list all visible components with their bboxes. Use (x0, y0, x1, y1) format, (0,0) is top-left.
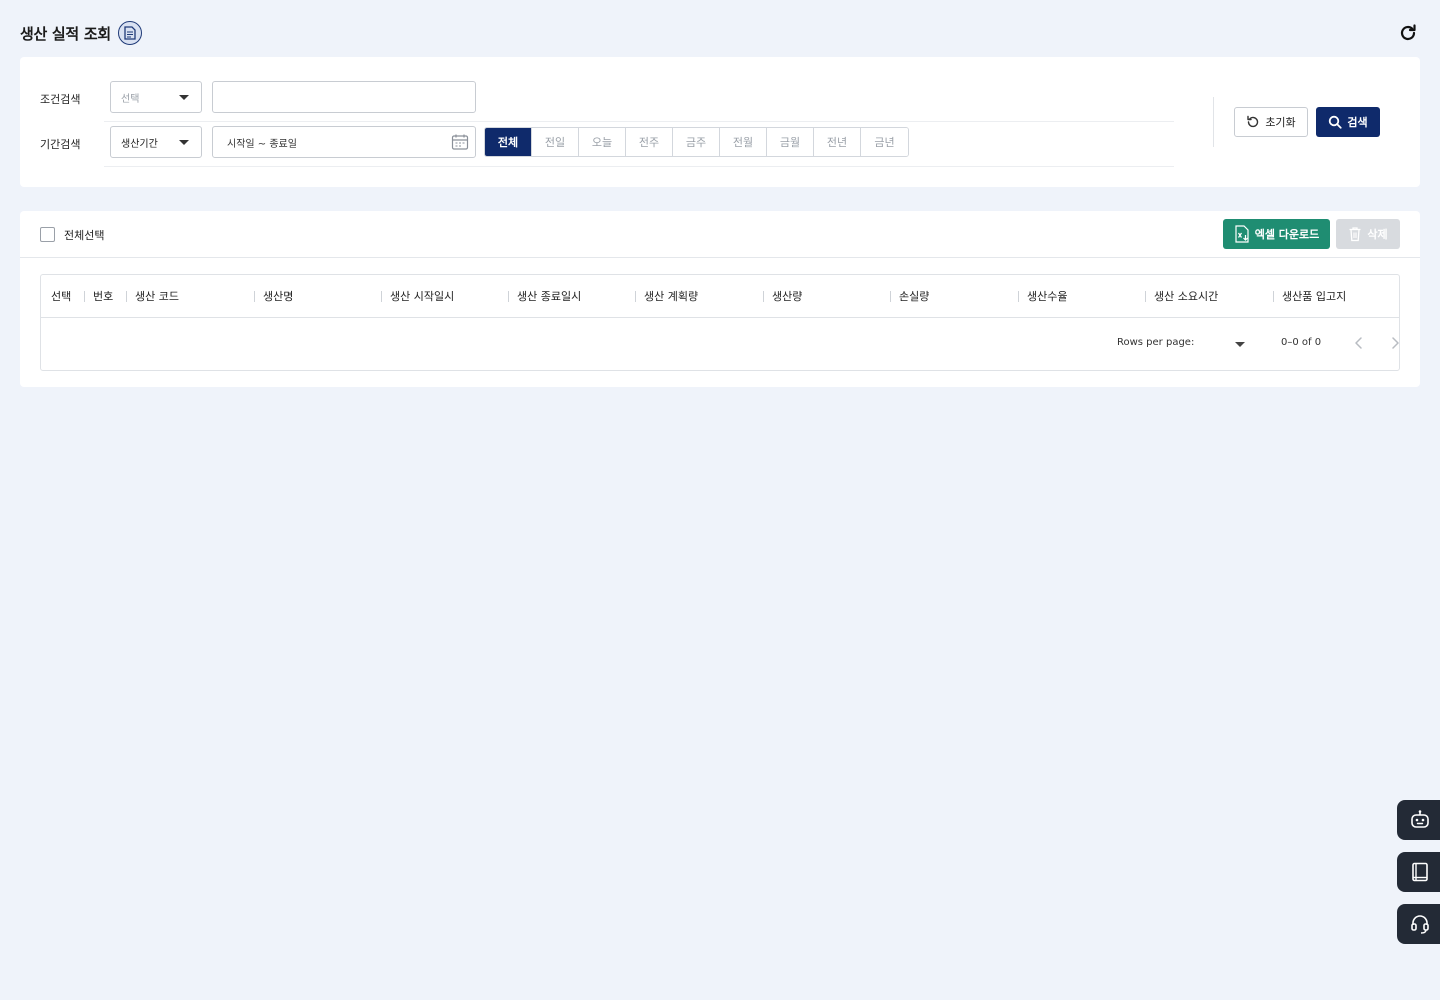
period-button-all[interactable]: 전체 (485, 128, 532, 156)
grid-pagination: Rows per page: 0–0 of 0 (979, 318, 1399, 371)
column-separator[interactable] (508, 291, 509, 302)
document-icon[interactable] (117, 21, 142, 45)
manual-button[interactable] (1397, 852, 1440, 892)
column-separator[interactable] (1273, 291, 1274, 302)
chatbot-icon (1409, 809, 1431, 831)
chevron-down-icon[interactable] (1235, 342, 1245, 347)
period-type-select[interactable]: 생산기간 (110, 126, 202, 158)
excel-download-icon (1234, 225, 1250, 243)
excel-download-label: 엑셀 다운로드 (1254, 228, 1320, 241)
column-header-production-code[interactable]: 생산 코드 (135, 288, 179, 304)
column-header-end-datetime[interactable]: 생산 종료일시 (517, 288, 581, 304)
column-separator[interactable] (84, 291, 85, 302)
search-button-label: 검색 (1347, 116, 1368, 129)
support-button[interactable] (1397, 904, 1440, 944)
next-page-icon[interactable] (1389, 335, 1401, 354)
chevron-down-icon (179, 95, 189, 100)
row-divider (104, 166, 1174, 167)
column-header-production-duration[interactable]: 생산 소요시간 (1154, 288, 1218, 304)
date-range-placeholder: 시작일 ~ 종료일 (227, 138, 297, 150)
condition-select-value: 선택 (121, 93, 140, 105)
column-separator[interactable] (1018, 291, 1019, 302)
search-button[interactable]: 검색 (1316, 107, 1380, 137)
column-header-planned-quantity[interactable]: 생산 계획량 (644, 288, 698, 304)
column-header-storage-location[interactable]: 생산품 입고지 (1282, 288, 1346, 304)
condition-search-label: 조건검색 (40, 93, 81, 106)
select-all-label: 전체선택 (64, 229, 105, 242)
column-separator[interactable] (890, 291, 891, 302)
column-header-production-quantity[interactable]: 생산량 (772, 288, 802, 304)
search-icon (1328, 115, 1342, 129)
column-separator[interactable] (635, 291, 636, 302)
headset-support-icon (1409, 913, 1431, 935)
reset-icon (1246, 115, 1260, 129)
column-separator[interactable] (381, 291, 382, 302)
column-header-loss-quantity[interactable]: 손실량 (899, 288, 929, 304)
toolbar-divider (20, 257, 1420, 258)
calendar-icon[interactable] (451, 133, 469, 154)
period-button-today[interactable]: 오늘 (579, 128, 626, 156)
chatbot-button[interactable] (1397, 800, 1440, 840)
column-separator[interactable] (126, 291, 127, 302)
page-title: 생산 실적 조회 (20, 24, 111, 43)
select-all-checkbox[interactable] (40, 227, 55, 242)
row-divider (104, 121, 1174, 122)
search-panel: 조건검색 선택 기간검색 생산기간 시작일 ~ 종료일 전체 전일 오늘 전주 … (20, 57, 1420, 187)
condition-select[interactable]: 선택 (110, 81, 202, 113)
grid-header: 선택 번호 생산 코드 생산명 생산 시작일시 생산 종료일시 생산 계획량 생… (41, 275, 1399, 318)
column-header-start-datetime[interactable]: 생산 시작일시 (390, 288, 454, 304)
period-button-yesterday[interactable]: 전일 (532, 128, 579, 156)
column-separator[interactable] (1145, 291, 1146, 302)
column-header-production-name[interactable]: 생산명 (263, 288, 293, 304)
page-header: 생산 실적 조회 (20, 20, 1420, 46)
column-header-number[interactable]: 번호 (93, 288, 113, 304)
column-header-yield[interactable]: 생산수율 (1027, 288, 1067, 304)
chevron-down-icon (179, 140, 189, 145)
manual-book-icon (1409, 861, 1431, 883)
period-button-this-year[interactable]: 금년 (861, 128, 908, 156)
period-type-select-value: 생산기간 (121, 138, 158, 150)
column-separator[interactable] (763, 291, 764, 302)
column-header-select[interactable]: 선택 (51, 288, 71, 304)
period-button-this-week[interactable]: 금주 (673, 128, 720, 156)
period-button-last-week[interactable]: 전주 (626, 128, 673, 156)
period-search-label: 기간검색 (40, 138, 81, 151)
result-grid: 선택 번호 생산 코드 생산명 생산 시작일시 생산 종료일시 생산 계획량 생… (40, 274, 1400, 371)
period-button-last-month[interactable]: 전월 (720, 128, 767, 156)
delete-button[interactable]: 삭제 (1336, 219, 1400, 249)
period-button-this-month[interactable]: 금월 (767, 128, 814, 156)
trash-icon (1348, 226, 1362, 242)
period-quick-buttons: 전체 전일 오늘 전주 금주 전월 금월 전년 금년 (484, 127, 909, 157)
condition-search-input[interactable] (212, 81, 476, 113)
reset-button[interactable]: 초기화 (1234, 107, 1308, 137)
period-button-last-year[interactable]: 전년 (814, 128, 861, 156)
reset-button-label: 초기화 (1265, 116, 1296, 129)
refresh-icon[interactable] (1398, 23, 1418, 43)
previous-page-icon[interactable] (1353, 335, 1365, 354)
result-list-panel: 전체선택 엑셀 다운로드 삭제 선택 번호 생산 코드 생산명 생산 시작일시 … (20, 211, 1420, 387)
pagination-range: 0–0 of 0 (1281, 337, 1322, 348)
excel-download-button[interactable]: 엑셀 다운로드 (1223, 219, 1330, 249)
rows-per-page-label: Rows per page: (1117, 337, 1195, 348)
delete-button-label: 삭제 (1367, 228, 1388, 241)
column-separator[interactable] (254, 291, 255, 302)
action-divider (1213, 97, 1214, 147)
date-range-input[interactable]: 시작일 ~ 종료일 (212, 126, 476, 158)
